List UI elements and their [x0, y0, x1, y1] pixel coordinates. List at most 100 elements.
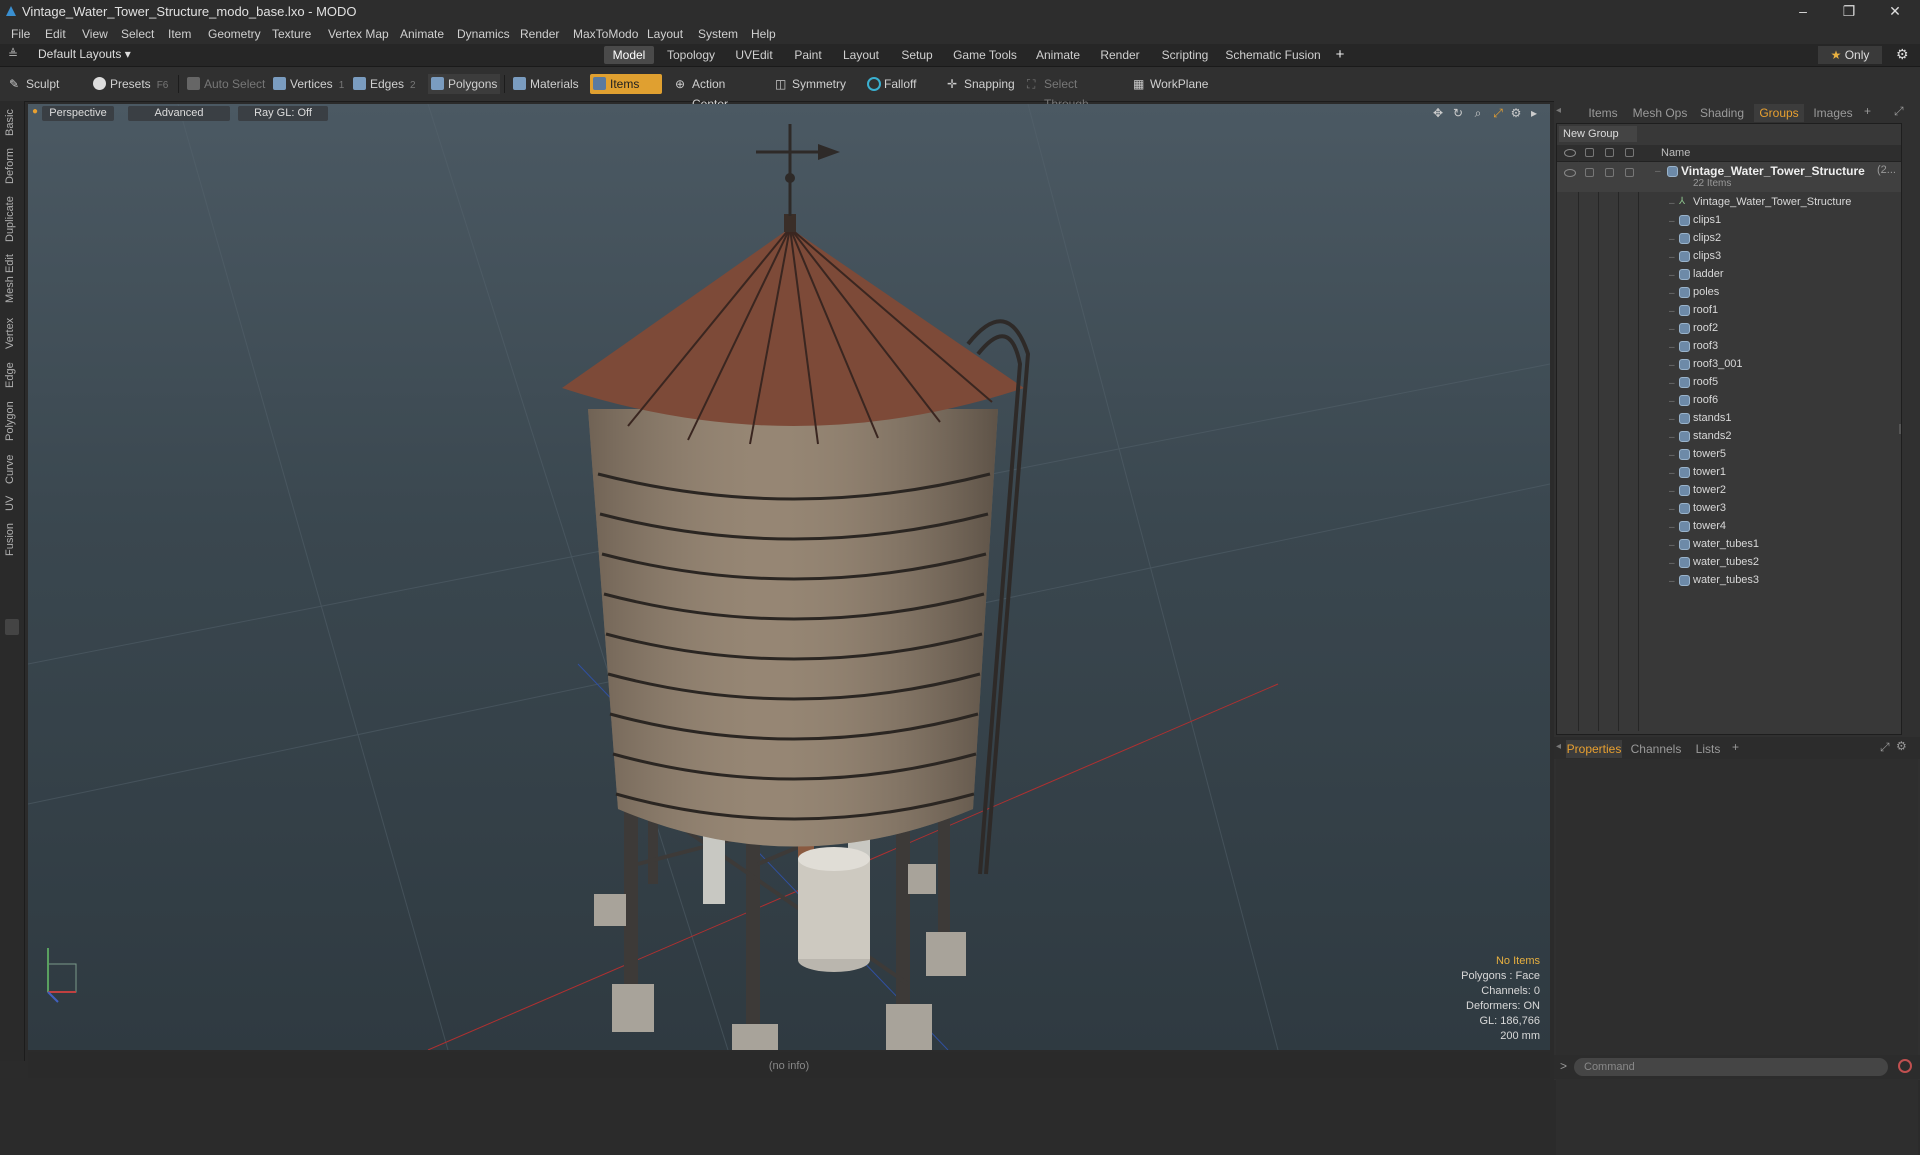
presets-button[interactable]: Presets F6	[90, 74, 174, 94]
expand-panel-icon[interactable]: ⤢	[1894, 104, 1904, 119]
add-properties-tab-icon[interactable]: +	[1732, 740, 1739, 754]
minimize-button[interactable]: –	[1780, 0, 1826, 24]
tab-basic[interactable]: Basic	[4, 107, 20, 139]
tab-mesh-edit[interactable]: Mesh Edit	[4, 251, 20, 307]
tab-model[interactable]: Model	[604, 46, 654, 64]
list-item[interactable]: – clips3	[1557, 248, 1901, 266]
menu-vertex-map[interactable]: Vertex Map	[328, 27, 389, 41]
add-tab-button[interactable]: +	[1332, 46, 1348, 64]
panel-toggle-button[interactable]	[5, 619, 19, 635]
list-item[interactable]: – stands1	[1557, 410, 1901, 428]
tab-paint[interactable]: Paint	[788, 46, 828, 64]
group-collapse-icon[interactable]: –	[1655, 166, 1661, 177]
tab-lists[interactable]: Lists	[1688, 740, 1728, 758]
fit-icon[interactable]: ⤢	[1491, 106, 1505, 120]
list-item[interactable]: – stands2	[1557, 428, 1901, 446]
symmetry-button[interactable]: ◫ Symmetry	[772, 74, 854, 94]
group-visibility-icon[interactable]	[1564, 169, 1576, 177]
list-item[interactable]: – ⅄ Vintage_Water_Tower_Structure	[1557, 194, 1901, 212]
list-item[interactable]: – clips2	[1557, 230, 1901, 248]
group-lock-icon[interactable]	[1605, 168, 1614, 177]
restore-button[interactable]: ❐	[1826, 0, 1872, 24]
tab-game-tools[interactable]: Game Tools	[948, 46, 1022, 64]
list-item[interactable]: – tower1	[1557, 464, 1901, 482]
menu-view[interactable]: View	[82, 27, 108, 41]
tab-edge[interactable]: Edge	[4, 359, 20, 391]
new-group-button[interactable]: New Group	[1559, 126, 1637, 142]
menu-texture[interactable]: Texture	[272, 27, 311, 41]
tab-images[interactable]: Images	[1808, 104, 1858, 122]
properties-gear-icon[interactable]: ⚙	[1896, 739, 1907, 753]
tab-channels[interactable]: Channels	[1628, 740, 1684, 758]
viewport-menu-icon[interactable]: ●	[32, 106, 38, 117]
tab-curve[interactable]: Curve	[4, 451, 20, 487]
list-item[interactable]: – roof3	[1557, 338, 1901, 356]
pan-icon[interactable]: ✥	[1431, 106, 1445, 120]
tab-duplicate[interactable]: Duplicate	[4, 193, 20, 245]
tab-items[interactable]: Items	[1582, 104, 1624, 122]
menu-select[interactable]: Select	[121, 27, 154, 41]
list-item[interactable]: – water_tubes1	[1557, 536, 1901, 554]
viewport-settings-icon[interactable]: ⚙	[1509, 106, 1523, 120]
tab-deform[interactable]: Deform	[4, 145, 20, 187]
viewport-expand-icon[interactable]: ▸	[1527, 106, 1541, 120]
tab-animate[interactable]: Animate	[1030, 46, 1086, 64]
menu-item[interactable]: Item	[168, 27, 191, 41]
menu-maxtomodo[interactable]: MaxToModo	[573, 27, 638, 41]
layouts-dropdown[interactable]: Default Layouts ▾	[38, 47, 131, 61]
panel-menu-icon[interactable]: ◂	[1556, 105, 1561, 116]
tab-mesh-ops[interactable]: Mesh Ops	[1630, 104, 1690, 122]
list-item[interactable]: – roof2	[1557, 320, 1901, 338]
view-mode-dropdown[interactable]: Perspective	[42, 106, 114, 121]
zoom-icon[interactable]: ⌕	[1471, 106, 1485, 120]
tab-uv[interactable]: UV	[4, 493, 20, 513]
list-item[interactable]: – roof5	[1557, 374, 1901, 392]
list-item[interactable]: – tower3	[1557, 500, 1901, 518]
tab-uvedit[interactable]: UVEdit	[728, 46, 780, 64]
vertices-button[interactable]: Vertices 1	[270, 74, 348, 94]
add-tab-icon[interactable]: +	[1864, 104, 1871, 118]
list-item[interactable]: – tower2	[1557, 482, 1901, 500]
materials-button[interactable]: Materials	[510, 74, 586, 94]
list-item[interactable]: – ladder	[1557, 266, 1901, 284]
list-item[interactable]: – poles	[1557, 284, 1901, 302]
list-item[interactable]: – roof1	[1557, 302, 1901, 320]
tab-vertex[interactable]: Vertex	[4, 313, 20, 353]
menu-render[interactable]: Render	[520, 27, 559, 41]
action-center-button[interactable]: ⊕Action Center	[672, 74, 764, 111]
menu-help[interactable]: Help	[751, 27, 776, 41]
menu-file[interactable]: File	[11, 27, 30, 41]
list-item[interactable]: – water_tubes3	[1557, 572, 1901, 590]
menu-edit[interactable]: Edit	[45, 27, 66, 41]
tab-setup[interactable]: Setup	[894, 46, 940, 64]
tab-scripting[interactable]: Scripting	[1154, 46, 1216, 64]
raygl-dropdown[interactable]: Ray GL: Off	[238, 106, 328, 121]
select-through-button[interactable]: ⛶Select Through	[1024, 74, 1122, 111]
group-render-icon[interactable]	[1585, 168, 1594, 177]
menu-layout[interactable]: Layout	[647, 27, 683, 41]
menu-animate[interactable]: Animate	[400, 27, 444, 41]
tab-properties[interactable]: Properties	[1566, 740, 1622, 758]
items-button[interactable]: Items	[590, 74, 662, 94]
group-row[interactable]: – Vintage_Water_Tower_Structure (2... 22…	[1557, 162, 1901, 192]
scrollbar[interactable]	[1899, 424, 1901, 434]
close-button[interactable]: ✕	[1872, 0, 1918, 24]
menu-system[interactable]: System	[698, 27, 738, 41]
sculpt-button[interactable]: ✎ Sculpt	[6, 74, 86, 94]
falloff-button[interactable]: Falloff	[864, 74, 934, 94]
gear-icon[interactable]: ⚙	[1896, 46, 1909, 63]
layout-menu-icon[interactable]: ≜	[8, 47, 18, 61]
polygons-button[interactable]: Polygons	[428, 74, 500, 94]
menu-dynamics[interactable]: Dynamics	[457, 27, 510, 41]
tab-fusion[interactable]: Fusion	[4, 519, 20, 559]
only-toggle[interactable]: ★ Only	[1818, 46, 1882, 64]
edges-button[interactable]: Edges 2	[350, 74, 426, 94]
tab-layout[interactable]: Layout	[836, 46, 886, 64]
list-item[interactable]: – tower4	[1557, 518, 1901, 536]
list-item[interactable]: – tower5	[1557, 446, 1901, 464]
command-stop-icon[interactable]	[1898, 1059, 1912, 1073]
rotate-icon[interactable]: ↻	[1451, 106, 1465, 120]
list-item[interactable]: – clips1	[1557, 212, 1901, 230]
3d-viewport[interactable]: ● Perspective Advanced Ray GL: Off ✥ ↻ ⌕…	[28, 104, 1550, 1050]
tab-topology[interactable]: Topology	[662, 46, 720, 64]
